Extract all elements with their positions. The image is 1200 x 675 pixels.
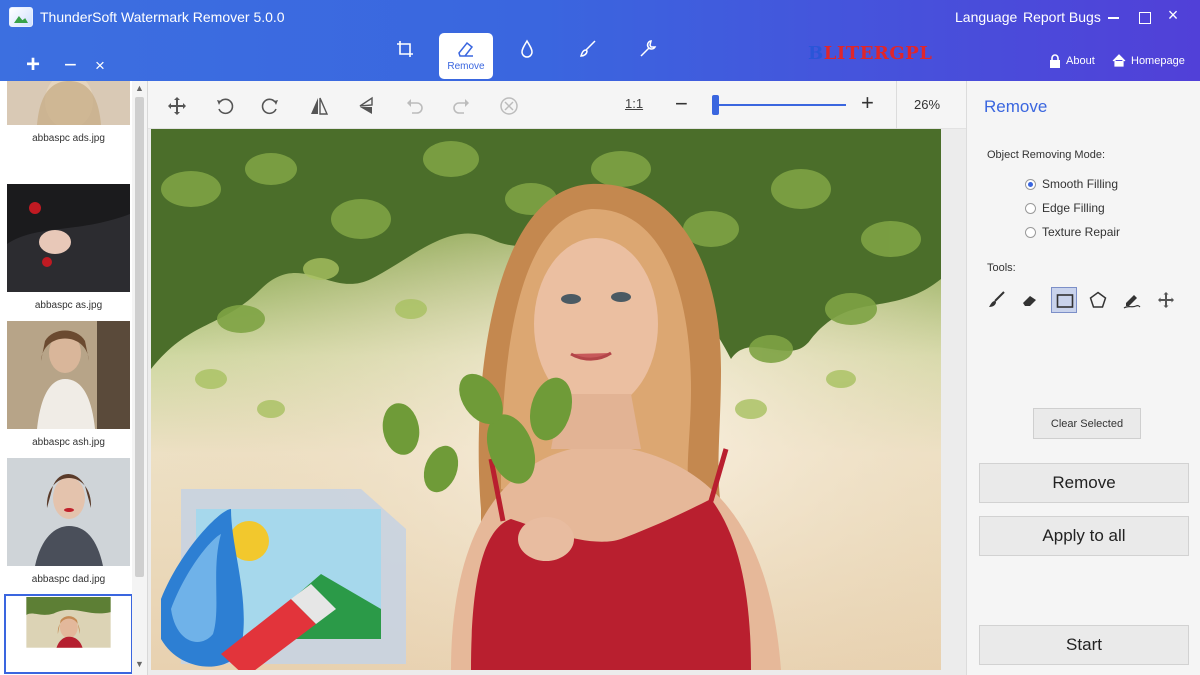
texture-repair-radio[interactable]: Texture Repair	[1025, 225, 1120, 239]
brush-icon	[579, 40, 596, 57]
rectangle-icon	[1056, 294, 1074, 308]
zoom-out-button[interactable]: −	[675, 91, 688, 117]
thumbnail-panel: abbaspc ads.jpg abbaspc as.jpg abbaspc a…	[0, 73, 148, 675]
magic-pen-icon	[1123, 295, 1141, 309]
zoom-slider-handle[interactable]	[712, 95, 719, 115]
title-bar: ThunderSoft Watermark Remover 5.0.0 Lang…	[0, 0, 1200, 81]
panel-title: Remove	[984, 97, 1048, 116]
about-label: About	[1066, 55, 1095, 67]
remove-file-button[interactable]: −	[64, 53, 77, 77]
thumbnail-scrollbar[interactable]: ▲ ▼	[132, 81, 147, 675]
radio-indicator[interactable]	[1025, 178, 1036, 190]
undo-icon[interactable]	[404, 95, 426, 117]
move-icon	[1158, 292, 1174, 308]
tools-label: Tools:	[987, 262, 1016, 274]
eraser-tool-button[interactable]	[1017, 287, 1043, 313]
remove-button[interactable]: Remove	[979, 463, 1189, 503]
brush-icon	[989, 291, 1005, 307]
brush-tool-button[interactable]	[984, 287, 1010, 313]
scroll-up-arrow[interactable]: ▲	[132, 83, 147, 97]
brand-watermark: BLITERGPL	[808, 43, 933, 64]
tab-remove[interactable]: Remove	[439, 33, 493, 79]
thumbnail-image	[4, 594, 133, 674]
thumbnail-item[interactable]: abbaspc as.jpg	[7, 184, 130, 311]
tab-watermark[interactable]	[500, 33, 554, 79]
thumbnail-image	[7, 184, 130, 292]
thumbnail-filename: abbaspc ash.jpg	[32, 437, 105, 448]
thumbnail-filename: abbaspc ads.jpg	[32, 133, 105, 144]
photo-preview[interactable]	[151, 129, 941, 670]
thumbnail-item[interactable]: abbaspc ads.jpg	[7, 73, 130, 144]
thumbnail-image	[7, 458, 130, 566]
thumbnail-filename: abbaspc dad.jpg	[31, 574, 106, 585]
thumbnail-item[interactable]: abbaspc dad.jpg	[7, 458, 130, 585]
zoom-in-button[interactable]: +	[861, 90, 874, 116]
minimize-window-button[interactable]	[1104, 5, 1124, 25]
edge-filling-radio[interactable]: Edge Filling	[1025, 201, 1105, 215]
add-file-button[interactable]: +	[26, 53, 40, 77]
magic-pen-tool-button[interactable]	[1119, 287, 1145, 313]
scrollbar-thumb[interactable]	[135, 97, 144, 577]
redo-icon[interactable]	[450, 95, 472, 117]
homepage-link[interactable]: Homepage	[1112, 54, 1185, 67]
clear-files-button[interactable]: ×	[95, 55, 105, 77]
tab-repair[interactable]	[621, 33, 675, 79]
tab-crop[interactable]	[378, 33, 432, 79]
thumbnail-image	[7, 73, 130, 129]
thumbnail-image	[7, 321, 130, 429]
cancel-icon[interactable]	[498, 95, 520, 117]
report-bugs-link[interactable]: Report Bugs	[1023, 9, 1101, 25]
app-logo-icon	[9, 7, 33, 27]
rotate-right-icon[interactable]	[259, 95, 281, 117]
rotate-left-icon[interactable]	[214, 95, 236, 117]
homepage-label: Homepage	[1131, 54, 1185, 67]
scroll-down-arrow[interactable]: ▼	[132, 659, 147, 673]
close-window-button[interactable]: ×	[1163, 5, 1183, 25]
tab-remove-label: Remove	[447, 61, 485, 72]
thumbnail-item[interactable]: abbaspc ash.jpg	[7, 321, 130, 448]
lock-icon	[1050, 54, 1060, 68]
eraser-icon	[1023, 296, 1036, 306]
thumbnail-filename: abbaspc as.jpg	[34, 300, 103, 311]
rectangle-tool-button[interactable]	[1051, 287, 1077, 313]
radio-label: Smooth Filling	[1042, 177, 1119, 191]
edit-toolbar: 1:1 − + 26%	[148, 81, 966, 129]
eraser-icon	[458, 41, 474, 57]
flip-vertical-icon[interactable]	[356, 95, 378, 117]
radio-indicator[interactable]	[1025, 226, 1036, 238]
toolbar-divider	[896, 81, 897, 129]
maximize-window-button[interactable]	[1135, 5, 1155, 25]
language-menu[interactable]: Language	[955, 9, 1017, 25]
thumbnail-item-selected[interactable]	[4, 594, 133, 675]
wrench-icon	[640, 40, 657, 57]
smooth-filling-radio[interactable]: Smooth Filling	[1025, 177, 1118, 191]
radio-label: Edge Filling	[1042, 201, 1105, 215]
image-canvas[interactable]	[148, 129, 966, 675]
drop-icon	[521, 39, 533, 58]
move-icon[interactable]	[166, 95, 188, 117]
radio-label: Texture Repair	[1042, 225, 1121, 239]
zoom-slider-track[interactable]	[712, 104, 846, 106]
move-tool-button[interactable]	[1153, 287, 1179, 313]
start-button[interactable]: Start	[979, 625, 1189, 665]
tab-brush[interactable]	[561, 33, 615, 79]
crop-icon	[397, 41, 413, 57]
flip-horizontal-icon[interactable]	[308, 95, 330, 117]
clear-selected-button[interactable]: Clear Selected	[1033, 408, 1141, 439]
window-title: ThunderSoft Watermark Remover 5.0.0	[40, 9, 285, 25]
home-icon	[1112, 54, 1126, 67]
zoom-level: 26%	[914, 97, 941, 112]
apply-to-all-button[interactable]: Apply to all	[979, 516, 1189, 556]
removing-mode-label: Object Removing Mode:	[987, 149, 1105, 161]
polygon-icon	[1089, 291, 1107, 308]
actual-size-button[interactable]: 1:1	[625, 96, 643, 111]
remove-settings-panel: Remove Object Removing Mode: Smooth Fill…	[966, 81, 1200, 675]
photo-artwork	[151, 129, 941, 670]
radio-indicator[interactable]	[1025, 202, 1036, 214]
polygon-tool-button[interactable]	[1085, 287, 1111, 313]
about-link[interactable]: About	[1049, 54, 1095, 68]
